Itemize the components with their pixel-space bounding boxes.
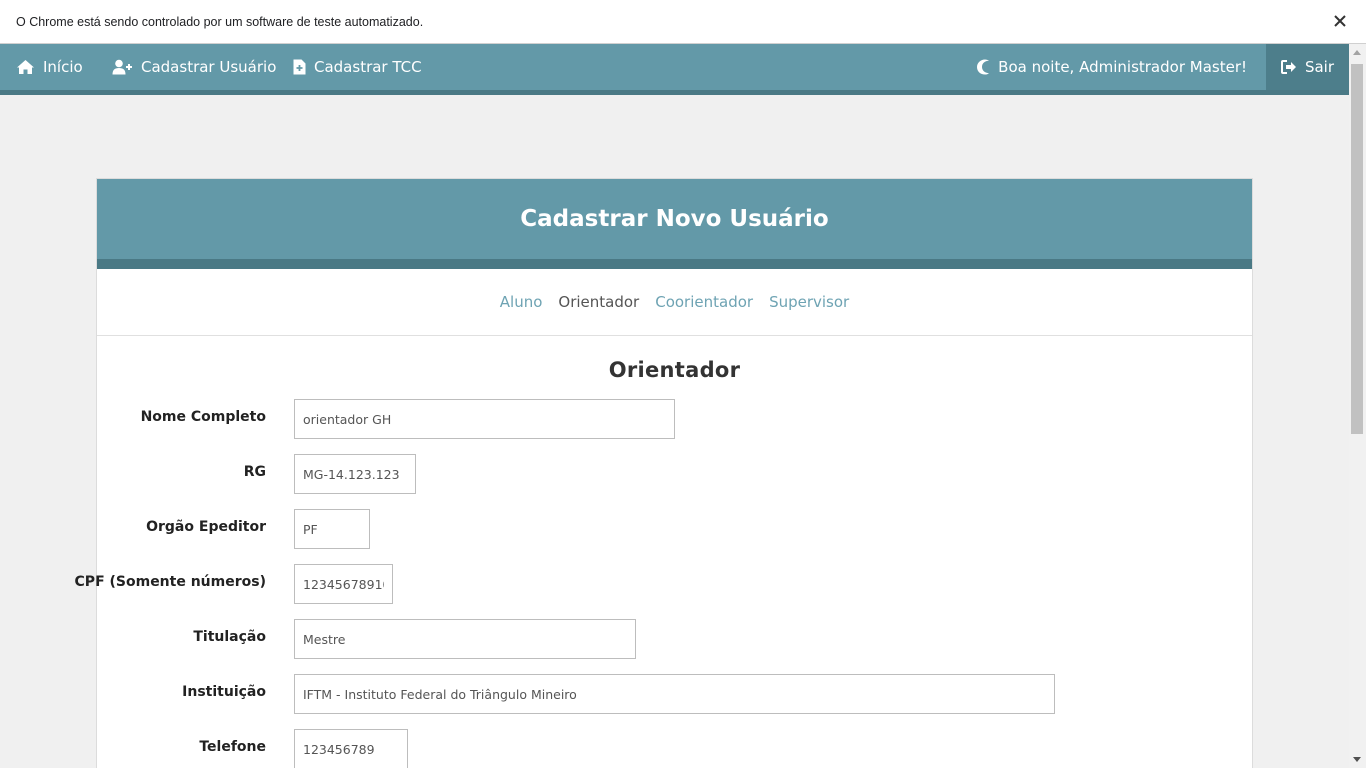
file-plus-icon: [293, 59, 306, 75]
form-row-instituicao: Instituição: [97, 674, 1254, 714]
telefone-label: Telefone: [199, 739, 266, 755]
close-icon[interactable]: [1330, 11, 1350, 31]
nav-cadastrar-usuario-link[interactable]: Cadastrar Usuário: [112, 44, 276, 90]
telefone-input[interactable]: [294, 729, 408, 768]
card-header: Cadastrar Novo Usuário: [97, 179, 1252, 269]
nav-cadastrar-tcc-link[interactable]: Cadastrar TCC: [293, 44, 422, 90]
form-row-rg: RG: [97, 454, 1254, 494]
titulacao-input[interactable]: [294, 619, 636, 659]
cpf-label: CPF (Somente números): [74, 574, 266, 590]
automation-infobar: O Chrome está sendo controlado por um so…: [0, 0, 1366, 44]
card-title: Cadastrar Novo Usuário: [520, 206, 829, 232]
section-title: Orientador: [608, 358, 741, 382]
nome-completo-input[interactable]: [294, 399, 675, 439]
orgao-label: Orgão Epeditor: [146, 519, 266, 535]
user-type-tabs: Aluno Orientador Coorientador Supervisor: [97, 269, 1252, 336]
greeting-text: Boa noite, Administrador Master!: [998, 58, 1247, 76]
nav-inicio-link[interactable]: Início: [16, 44, 83, 90]
greeting: Boa noite, Administrador Master!: [976, 44, 1247, 90]
logout-label: Sair: [1304, 58, 1335, 76]
form-row-nome: Nome Completo: [97, 399, 1254, 439]
instituicao-label: Instituição: [182, 684, 266, 700]
infobar-text: O Chrome está sendo controlado por um so…: [16, 14, 424, 29]
sign-out-icon: [1280, 60, 1296, 74]
nome-label: Nome Completo: [140, 409, 266, 425]
form-row-titulacao: Titulação: [97, 619, 1254, 659]
nav-cadastrar-usuario-label: Cadastrar Usuário: [141, 58, 277, 76]
tab-coorientador[interactable]: Coorientador: [655, 293, 753, 311]
nav-inicio-label: Início: [43, 58, 83, 76]
top-navbar: Início Cadastrar Usuário Cadastrar TCC B…: [0, 44, 1349, 95]
titulacao-label: Titulação: [193, 629, 266, 645]
user-plus-icon: [112, 59, 132, 75]
tab-aluno[interactable]: Aluno: [500, 293, 543, 311]
form-row-orgao: Orgão Epeditor: [97, 509, 1254, 549]
tab-orientador[interactable]: Orientador: [558, 293, 639, 311]
scroll-down-icon[interactable]: [1353, 757, 1361, 762]
cpf-input[interactable]: [294, 564, 393, 604]
register-user-card: Cadastrar Novo Usuário Aluno Orientador …: [75, 178, 1254, 768]
rg-input[interactable]: [294, 454, 416, 494]
rg-label: RG: [243, 464, 266, 480]
tab-supervisor[interactable]: Supervisor: [769, 293, 849, 311]
scroll-thumb[interactable]: [1351, 64, 1363, 434]
moon-icon: [977, 59, 990, 75]
home-icon: [17, 60, 34, 74]
form-row-telefone: Telefone: [97, 729, 1254, 768]
form-row-cpf: CPF (Somente números): [75, 564, 1254, 604]
nav-cadastrar-tcc-label: Cadastrar TCC: [314, 58, 422, 76]
page-scrollbar[interactable]: [1349, 44, 1366, 768]
instituicao-input[interactable]: [294, 674, 1055, 714]
scroll-up-icon[interactable]: [1353, 50, 1361, 55]
orgao-expedidor-input[interactable]: [294, 509, 370, 549]
logout-button[interactable]: Sair: [1266, 44, 1349, 90]
